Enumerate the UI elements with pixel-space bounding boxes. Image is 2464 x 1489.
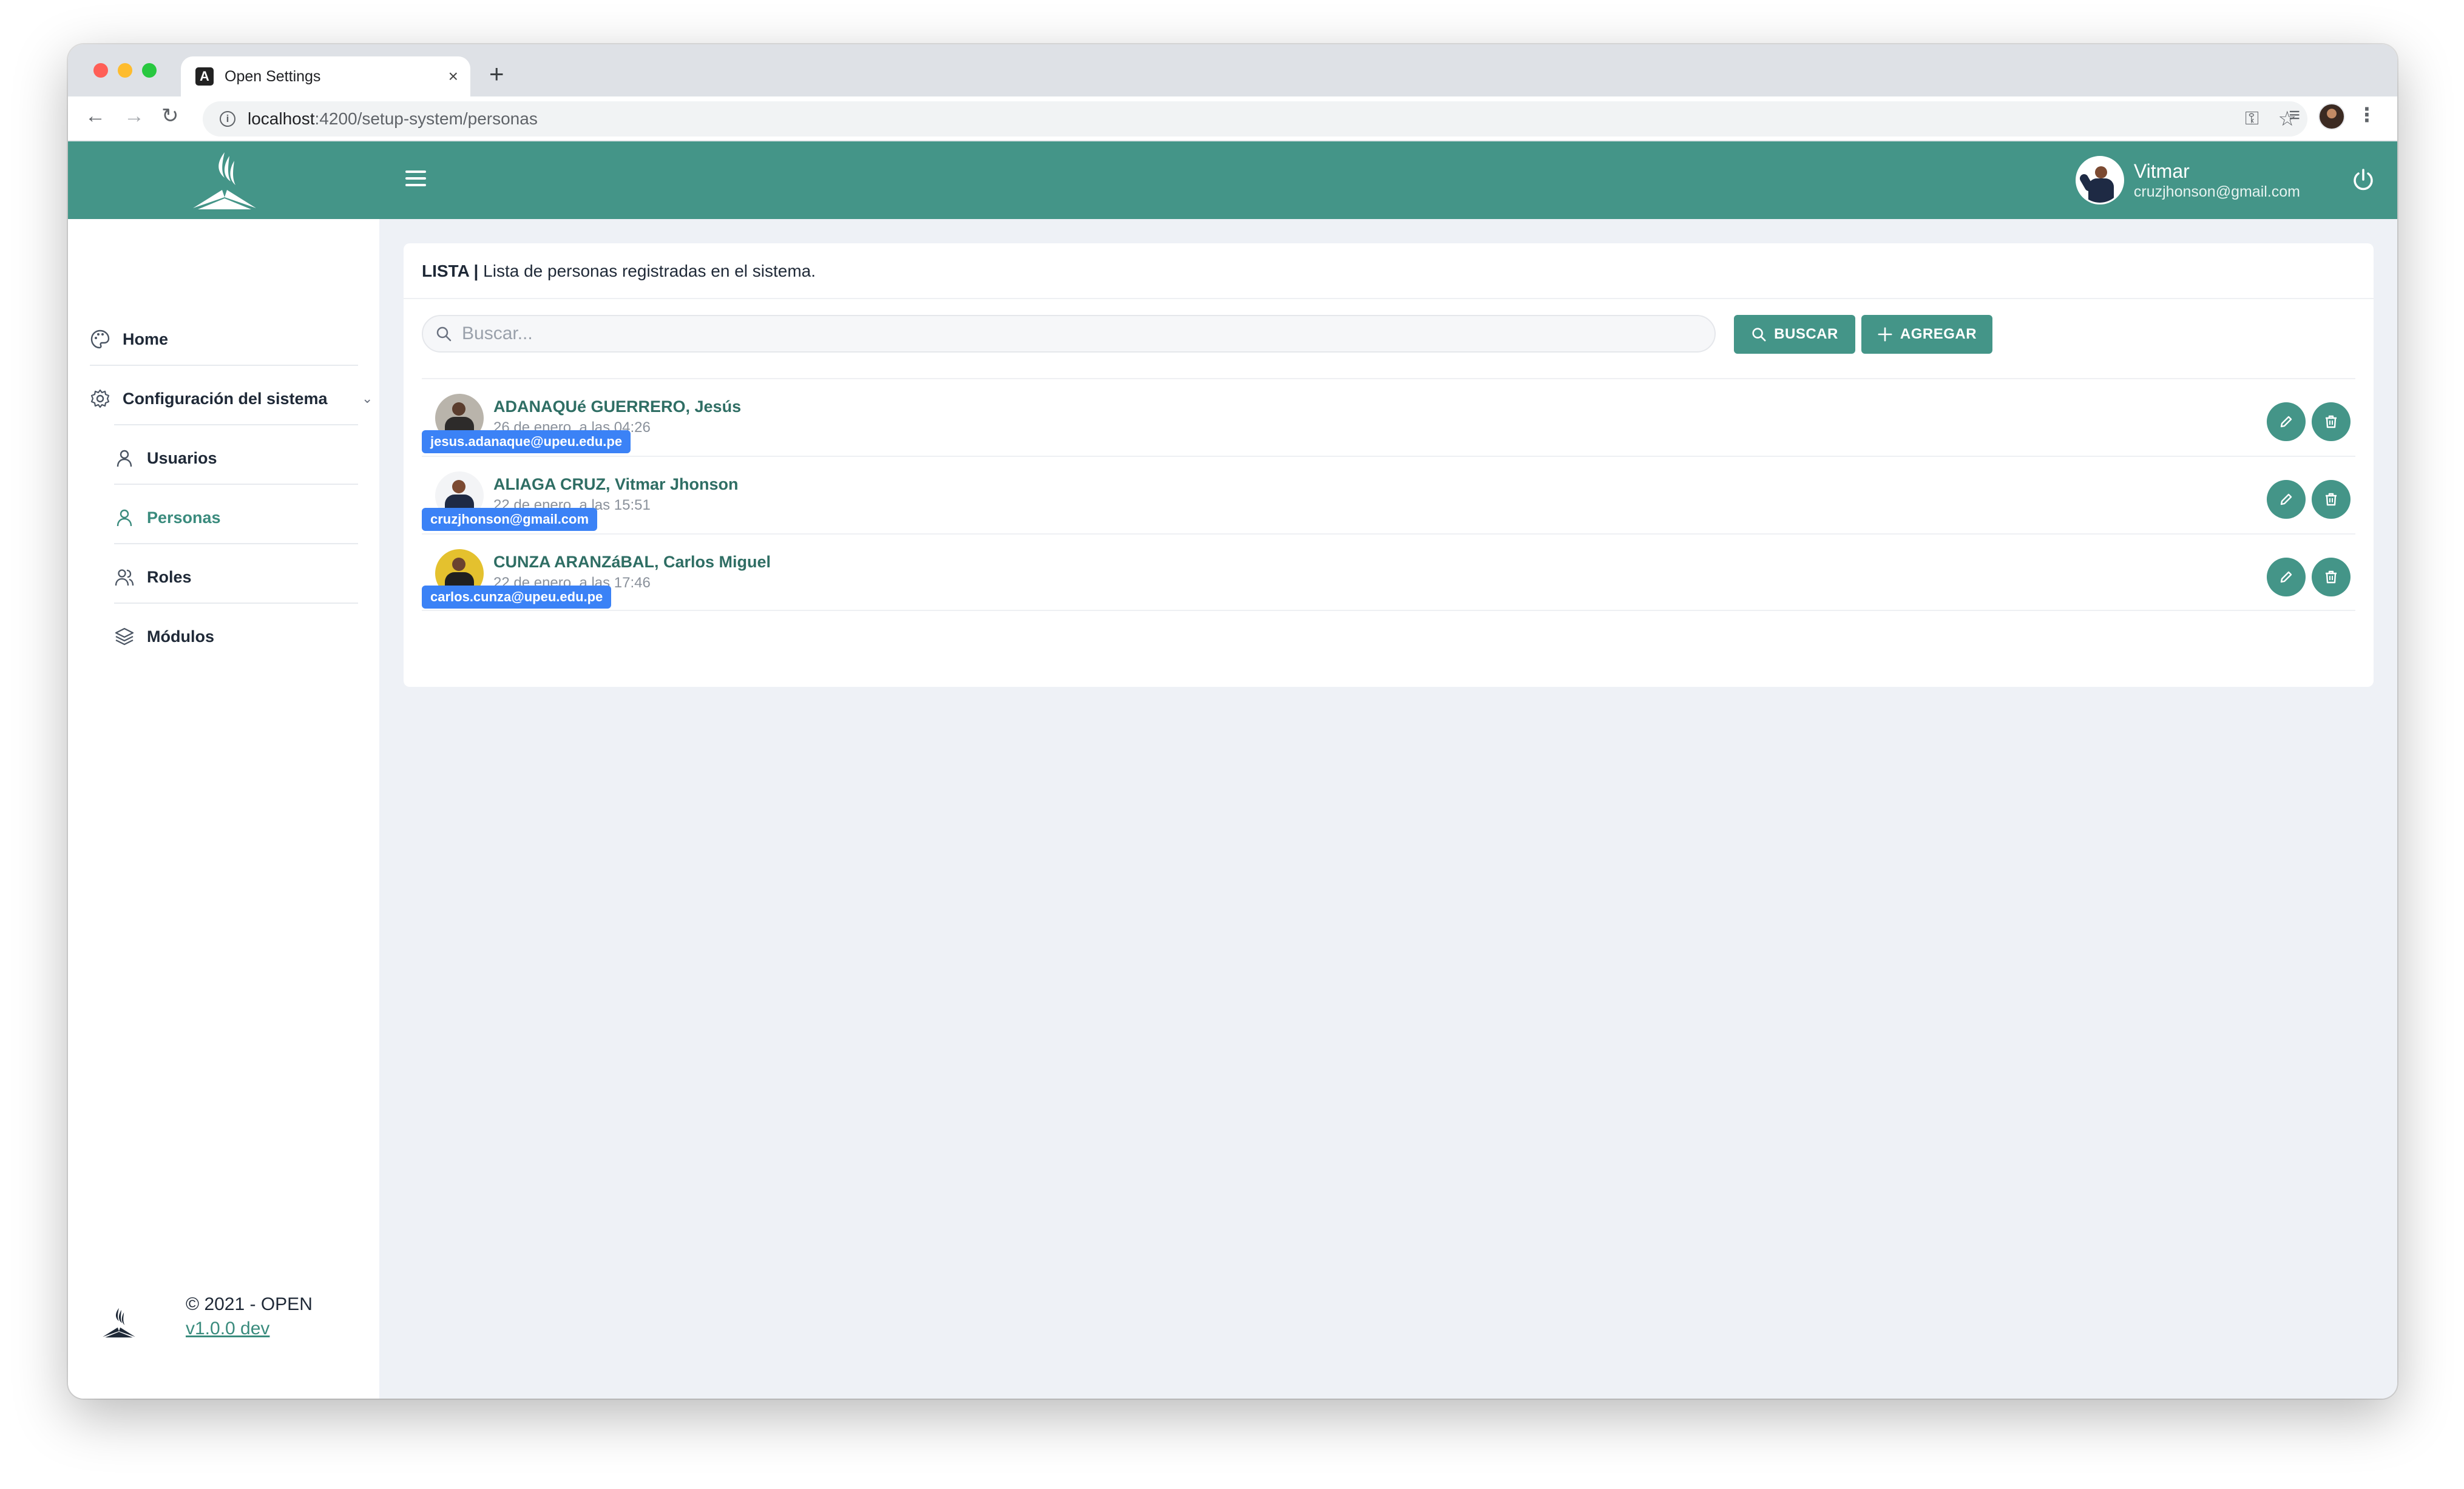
list-item: ADANAQUé GUERRERO, Jesús 26 de enero, a … (422, 378, 2355, 456)
list-item: ALIAGA CRUZ, Vitmar Jhonson 22 de enero,… (422, 456, 2355, 533)
site-info-icon[interactable]: i (220, 111, 235, 127)
browser-menu-icon[interactable]: ⋮ (2357, 105, 2377, 124)
power-icon[interactable] (2351, 168, 2375, 192)
pencil-icon (2280, 493, 2292, 505)
card-title: LISTA | Lista de personas registradas en… (422, 262, 816, 280)
divider (90, 365, 358, 366)
sidebar-item-usuarios[interactable]: Usuarios (114, 440, 217, 476)
users-icon (115, 569, 134, 586)
sidebar-item-configuracion[interactable]: Configuración del sistema ⌄ (90, 380, 373, 417)
search-button[interactable]: BUSCAR (1734, 315, 1855, 354)
search-icon (1752, 328, 1766, 342)
search-icon (436, 326, 452, 342)
email-badge: jesus.adanaque@upeu.edu.pe (422, 430, 631, 453)
divider (114, 484, 358, 485)
list-item: CUNZA ARANZáBAL, Carlos Miguel 22 de ene… (422, 533, 2355, 611)
edit-button[interactable] (2267, 558, 2306, 596)
divider (114, 543, 358, 544)
person-name[interactable]: CUNZA ARANZáBAL, Carlos Miguel (493, 553, 771, 572)
app-root: Vitmar cruzjhonson@gmail.com Home Config… (68, 141, 2397, 1399)
delete-button[interactable] (2312, 402, 2351, 441)
search-box[interactable] (422, 315, 1716, 353)
browser-tab[interactable]: A Open Settings × (181, 56, 470, 96)
person-name[interactable]: ADANAQUé GUERRERO, Jesús (493, 397, 741, 416)
edit-button[interactable] (2267, 402, 2306, 441)
minimize-window-button[interactable] (118, 63, 132, 78)
tab-close-icon[interactable]: × (448, 68, 458, 85)
footer-logo-icon (103, 1308, 135, 1338)
new-tab-button[interactable]: + (489, 61, 504, 87)
profile-avatar[interactable] (2318, 103, 2345, 130)
delete-button[interactable] (2312, 480, 2351, 519)
browser-toolbar: ← → ↻ i localhost:4200/setup-system/pers… (68, 96, 2397, 141)
url-text: localhost:4200/setup-system/personas (248, 109, 538, 128)
personas-card: LISTA | Lista de personas registradas en… (404, 243, 2374, 687)
back-icon[interactable]: ← (85, 106, 106, 126)
add-button[interactable]: AGREGAR (1861, 315, 1992, 354)
sidebar-item-modulos[interactable]: Módulos (114, 618, 214, 655)
tab-title: Open Settings (225, 67, 321, 85)
browser-window: A Open Settings × + ← → ↻ i localhost:42… (68, 44, 2397, 1399)
sidebar: Home Configuración del sistema ⌄ Usuario… (68, 219, 379, 1399)
trash-icon (2326, 493, 2337, 506)
person-name[interactable]: ALIAGA CRUZ, Vitmar Jhonson (493, 475, 739, 494)
user-name: Vitmar (2133, 160, 2190, 182)
user-info: Vitmar cruzjhonson@gmail.com (2134, 160, 2300, 201)
key-icon[interactable]: ⚿ (2245, 109, 2259, 129)
user-avatar (2075, 156, 2124, 204)
divider (114, 424, 358, 425)
chevron-down-icon: ⌄ (362, 391, 373, 406)
menu-toggle-icon[interactable] (405, 171, 426, 189)
sidebar-item-roles[interactable]: Roles (114, 559, 192, 595)
card-header: LISTA | Lista de personas registradas en… (404, 243, 2374, 299)
user-icon (117, 509, 132, 527)
sidebar-item-personas[interactable]: Personas (114, 499, 221, 536)
divider (114, 603, 358, 604)
user-icon (117, 450, 132, 467)
email-badge: cruzjhonson@gmail.com (422, 508, 598, 531)
plus-icon (1878, 327, 1892, 342)
pencil-icon (2280, 571, 2292, 583)
user-profile[interactable]: Vitmar cruzjhonson@gmail.com (2075, 155, 2300, 206)
footer-copyright: © 2021 - OPEN (186, 1294, 313, 1314)
sidebar-item-home[interactable]: Home (90, 321, 168, 357)
delete-button[interactable] (2312, 558, 2351, 596)
trash-icon (2326, 570, 2337, 584)
angular-favicon-icon: A (195, 67, 214, 86)
search-input[interactable] (462, 316, 1676, 351)
user-email: cruzjhonson@gmail.com (2133, 183, 2300, 200)
close-window-button[interactable] (93, 63, 108, 78)
app-header: Vitmar cruzjhonson@gmail.com (68, 141, 2397, 219)
edit-button[interactable] (2267, 480, 2306, 519)
pencil-icon (2280, 416, 2292, 428)
footer-version-link[interactable]: v1.0.0 dev (186, 1318, 269, 1339)
layers-icon (115, 627, 134, 646)
maximize-window-button[interactable] (142, 63, 157, 78)
forward-icon[interactable]: → (124, 106, 144, 126)
email-badge: carlos.cunza@upeu.edu.pe (422, 586, 612, 609)
gear-icon (90, 389, 110, 408)
reload-icon[interactable]: ↻ (161, 106, 179, 126)
address-bar[interactable]: i localhost:4200/setup-system/personas ⚿… (203, 101, 2307, 137)
reading-list-icon[interactable]: ≡ (2289, 105, 2300, 124)
logo-icon[interactable] (187, 150, 262, 212)
tab-strip: A Open Settings × + (68, 44, 2397, 96)
palette-icon (90, 329, 110, 349)
trash-icon (2326, 415, 2337, 428)
